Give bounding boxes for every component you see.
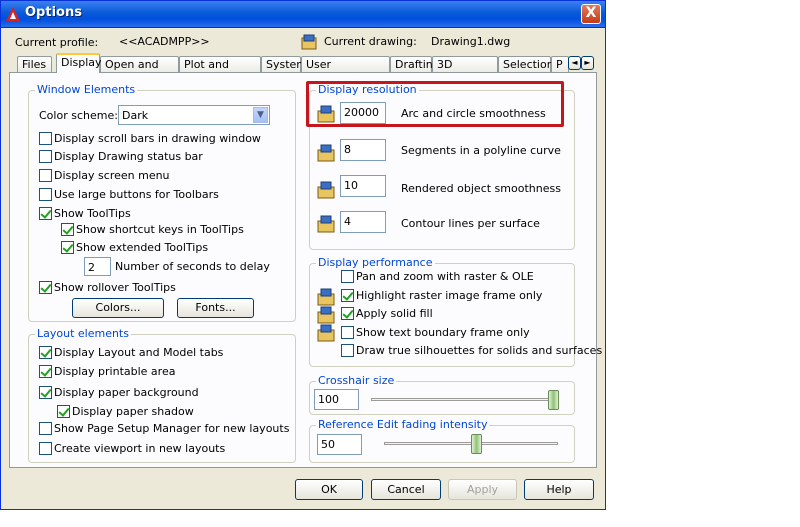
true-silhouettes-label: Draw true silhouettes for solids and sur… <box>356 344 603 357</box>
pan-zoom-raster-checkbox[interactable] <box>341 270 354 283</box>
tab-user-preferences[interactable]: User Preferences <box>301 56 390 86</box>
window-title: Options <box>25 5 82 20</box>
polyline-segments-input[interactable]: 8 <box>340 139 386 161</box>
color-scheme-select[interactable]: Dark ▼ <box>118 105 270 125</box>
true-silhouettes-checkbox[interactable] <box>341 344 354 357</box>
window-elements-title: Window Elements <box>35 83 138 96</box>
highlight-raster-checkbox[interactable] <box>341 289 354 302</box>
screen-menu-checkbox[interactable] <box>39 169 52 182</box>
show-tooltips-checkbox[interactable] <box>39 207 52 220</box>
tab-scroll-right-button[interactable]: ► <box>581 56 594 70</box>
drawing-status-bar-label: Display Drawing status bar <box>54 150 203 163</box>
seconds-delay-label: Number of seconds to delay <box>115 260 270 273</box>
colors-button[interactable]: Colors... <box>72 298 164 318</box>
drawing-saved-icon <box>317 144 335 162</box>
cancel-button[interactable]: Cancel <box>371 479 441 500</box>
tab-display[interactable]: Display <box>56 53 102 73</box>
refedit-fading-input[interactable]: 50 <box>317 434 362 455</box>
crosshair-size-title: Crosshair size <box>316 374 397 387</box>
drawing-saved-icon <box>317 288 335 306</box>
current-profile-value: <<ACADMPP>> <box>119 35 210 48</box>
tab-open-and-save[interactable]: Open and Save <box>100 56 179 86</box>
tab-scroll-left-button[interactable]: ◄ <box>568 56 581 70</box>
highlight-raster-label: Highlight raster image frame only <box>356 289 543 302</box>
paper-background-checkbox[interactable] <box>39 386 52 399</box>
rendered-smoothness-label: Rendered object smoothness <box>401 182 561 195</box>
fonts-button[interactable]: Fonts... <box>177 298 254 318</box>
page-setup-manager-checkbox[interactable] <box>39 422 52 435</box>
refedit-fading-title: Reference Edit fading intensity <box>316 418 490 431</box>
tab-plot-and-publish[interactable]: Plot and Publish <box>179 56 261 86</box>
tab-drafting[interactable]: Drafting <box>390 56 440 72</box>
rendered-smoothness-input[interactable]: 10 <box>340 175 386 197</box>
drawing-status-bar-checkbox[interactable] <box>39 150 52 163</box>
current-profile-label: Current profile: <box>15 36 99 49</box>
paper-shadow-label: Display paper shadow <box>72 405 194 418</box>
close-button[interactable]: X <box>581 4 601 24</box>
color-scheme-value: Dark <box>122 109 149 122</box>
crosshair-size-slider-thumb[interactable] <box>548 390 559 410</box>
tab-files[interactable]: Files <box>17 56 52 72</box>
tab-selection[interactable]: Selection <box>498 56 554 72</box>
rollover-tooltips-checkbox[interactable] <box>39 281 52 294</box>
options-dialog: Options X Current profile: <<ACADMPP>> C… <box>0 0 606 510</box>
scroll-bars-checkbox[interactable] <box>39 132 52 145</box>
shortcut-keys-label: Show shortcut keys in ToolTips <box>76 223 244 236</box>
title-bar[interactable]: Options X <box>1 1 605 28</box>
current-drawing-label: Current drawing: <box>324 35 417 48</box>
layout-model-tabs-label: Display Layout and Model tabs <box>54 346 224 359</box>
large-buttons-checkbox[interactable] <box>39 188 52 201</box>
current-drawing-value: Drawing1.dwg <box>431 35 511 48</box>
screen-menu-label: Display screen menu <box>54 169 170 182</box>
paper-background-label: Display paper background <box>54 386 199 399</box>
large-buttons-label: Use large buttons for Toolbars <box>54 188 219 201</box>
drawing-saved-icon <box>317 181 335 199</box>
drawing-icon <box>301 34 317 50</box>
extended-tooltips-checkbox[interactable] <box>61 241 74 254</box>
printable-area-checkbox[interactable] <box>39 365 52 378</box>
text-boundary-label: Show text boundary frame only <box>356 326 530 339</box>
ok-button[interactable]: OK <box>295 479 363 500</box>
color-scheme-label: Color scheme: <box>39 109 118 122</box>
refedit-fading-slider-thumb[interactable] <box>470 434 482 454</box>
show-tooltips-label: Show ToolTips <box>54 207 131 220</box>
paper-shadow-checkbox[interactable] <box>57 405 70 418</box>
create-viewport-label: Create viewport in new layouts <box>54 442 226 455</box>
drawing-saved-icon <box>317 324 335 342</box>
scroll-bars-label: Display scroll bars in drawing window <box>54 132 261 145</box>
drawing-saved-icon <box>317 215 335 233</box>
pan-zoom-raster-label: Pan and zoom with raster & OLE <box>356 270 534 283</box>
seconds-delay-input[interactable]: 2 <box>84 257 111 276</box>
display-performance-title: Display performance <box>316 256 435 269</box>
printable-area-label: Display printable area <box>54 365 176 378</box>
polyline-segments-label: Segments in a polyline curve <box>401 144 561 157</box>
page-setup-manager-label: Show Page Setup Manager for new layouts <box>54 422 290 435</box>
chevron-down-icon[interactable]: ▼ <box>253 107 268 123</box>
create-viewport-checkbox[interactable] <box>39 442 52 455</box>
crosshair-size-slider-track[interactable] <box>371 398 559 401</box>
apply-button[interactable]: Apply <box>448 479 517 500</box>
contour-lines-label: Contour lines per surface <box>401 217 540 230</box>
help-button[interactable]: Help <box>524 479 594 500</box>
annotation-highlight-box <box>306 81 564 127</box>
tab-3d-modeling[interactable]: 3D Modeling <box>432 56 498 86</box>
layout-elements-title: Layout elements <box>35 327 131 340</box>
autocad-app-icon <box>6 7 20 21</box>
tab-system[interactable]: System <box>261 56 307 72</box>
tab-profiles[interactable]: P <box>551 56 569 72</box>
drawing-saved-icon <box>317 306 335 324</box>
layout-model-tabs-checkbox[interactable] <box>39 346 52 359</box>
apply-solid-fill-label: Apply solid fill <box>356 307 433 320</box>
shortcut-keys-checkbox[interactable] <box>61 223 74 236</box>
rollover-tooltips-label: Show rollover ToolTips <box>54 281 176 294</box>
apply-solid-fill-checkbox[interactable] <box>341 307 354 320</box>
crosshair-size-input[interactable]: 100 <box>314 389 359 410</box>
extended-tooltips-label: Show extended ToolTips <box>76 241 209 254</box>
text-boundary-checkbox[interactable] <box>341 326 354 339</box>
contour-lines-input[interactable]: 4 <box>340 211 386 233</box>
